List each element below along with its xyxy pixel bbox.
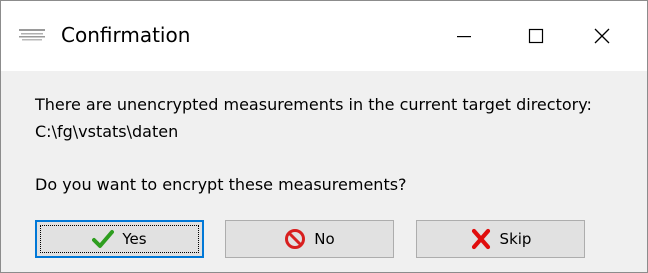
maximize-icon [528, 28, 544, 44]
no-button[interactable]: No [225, 220, 394, 258]
minimize-icon [456, 28, 472, 44]
message-line-1: There are unencrypted measurements in th… [35, 95, 592, 114]
no-button-label: No [314, 230, 335, 248]
encrypt-question: Do you want to encrypt these measurement… [35, 175, 407, 194]
confirmation-dialog: Confirmation There are unencrypted measu… [0, 0, 648, 273]
prohibited-icon [284, 228, 306, 250]
target-directory-path: C:\fg\vstats\daten [35, 122, 179, 141]
title-bar[interactable]: Confirmation [1, 1, 647, 71]
app-logo-icon [19, 27, 45, 43]
x-mark-icon [470, 228, 492, 250]
window-title: Confirmation [61, 23, 191, 47]
close-icon [593, 27, 611, 45]
skip-button[interactable]: Skip [416, 220, 585, 258]
close-button[interactable] [557, 1, 647, 71]
yes-button[interactable]: Yes [35, 220, 204, 258]
skip-button-label: Skip [499, 230, 532, 248]
focus-ring [40, 225, 199, 253]
